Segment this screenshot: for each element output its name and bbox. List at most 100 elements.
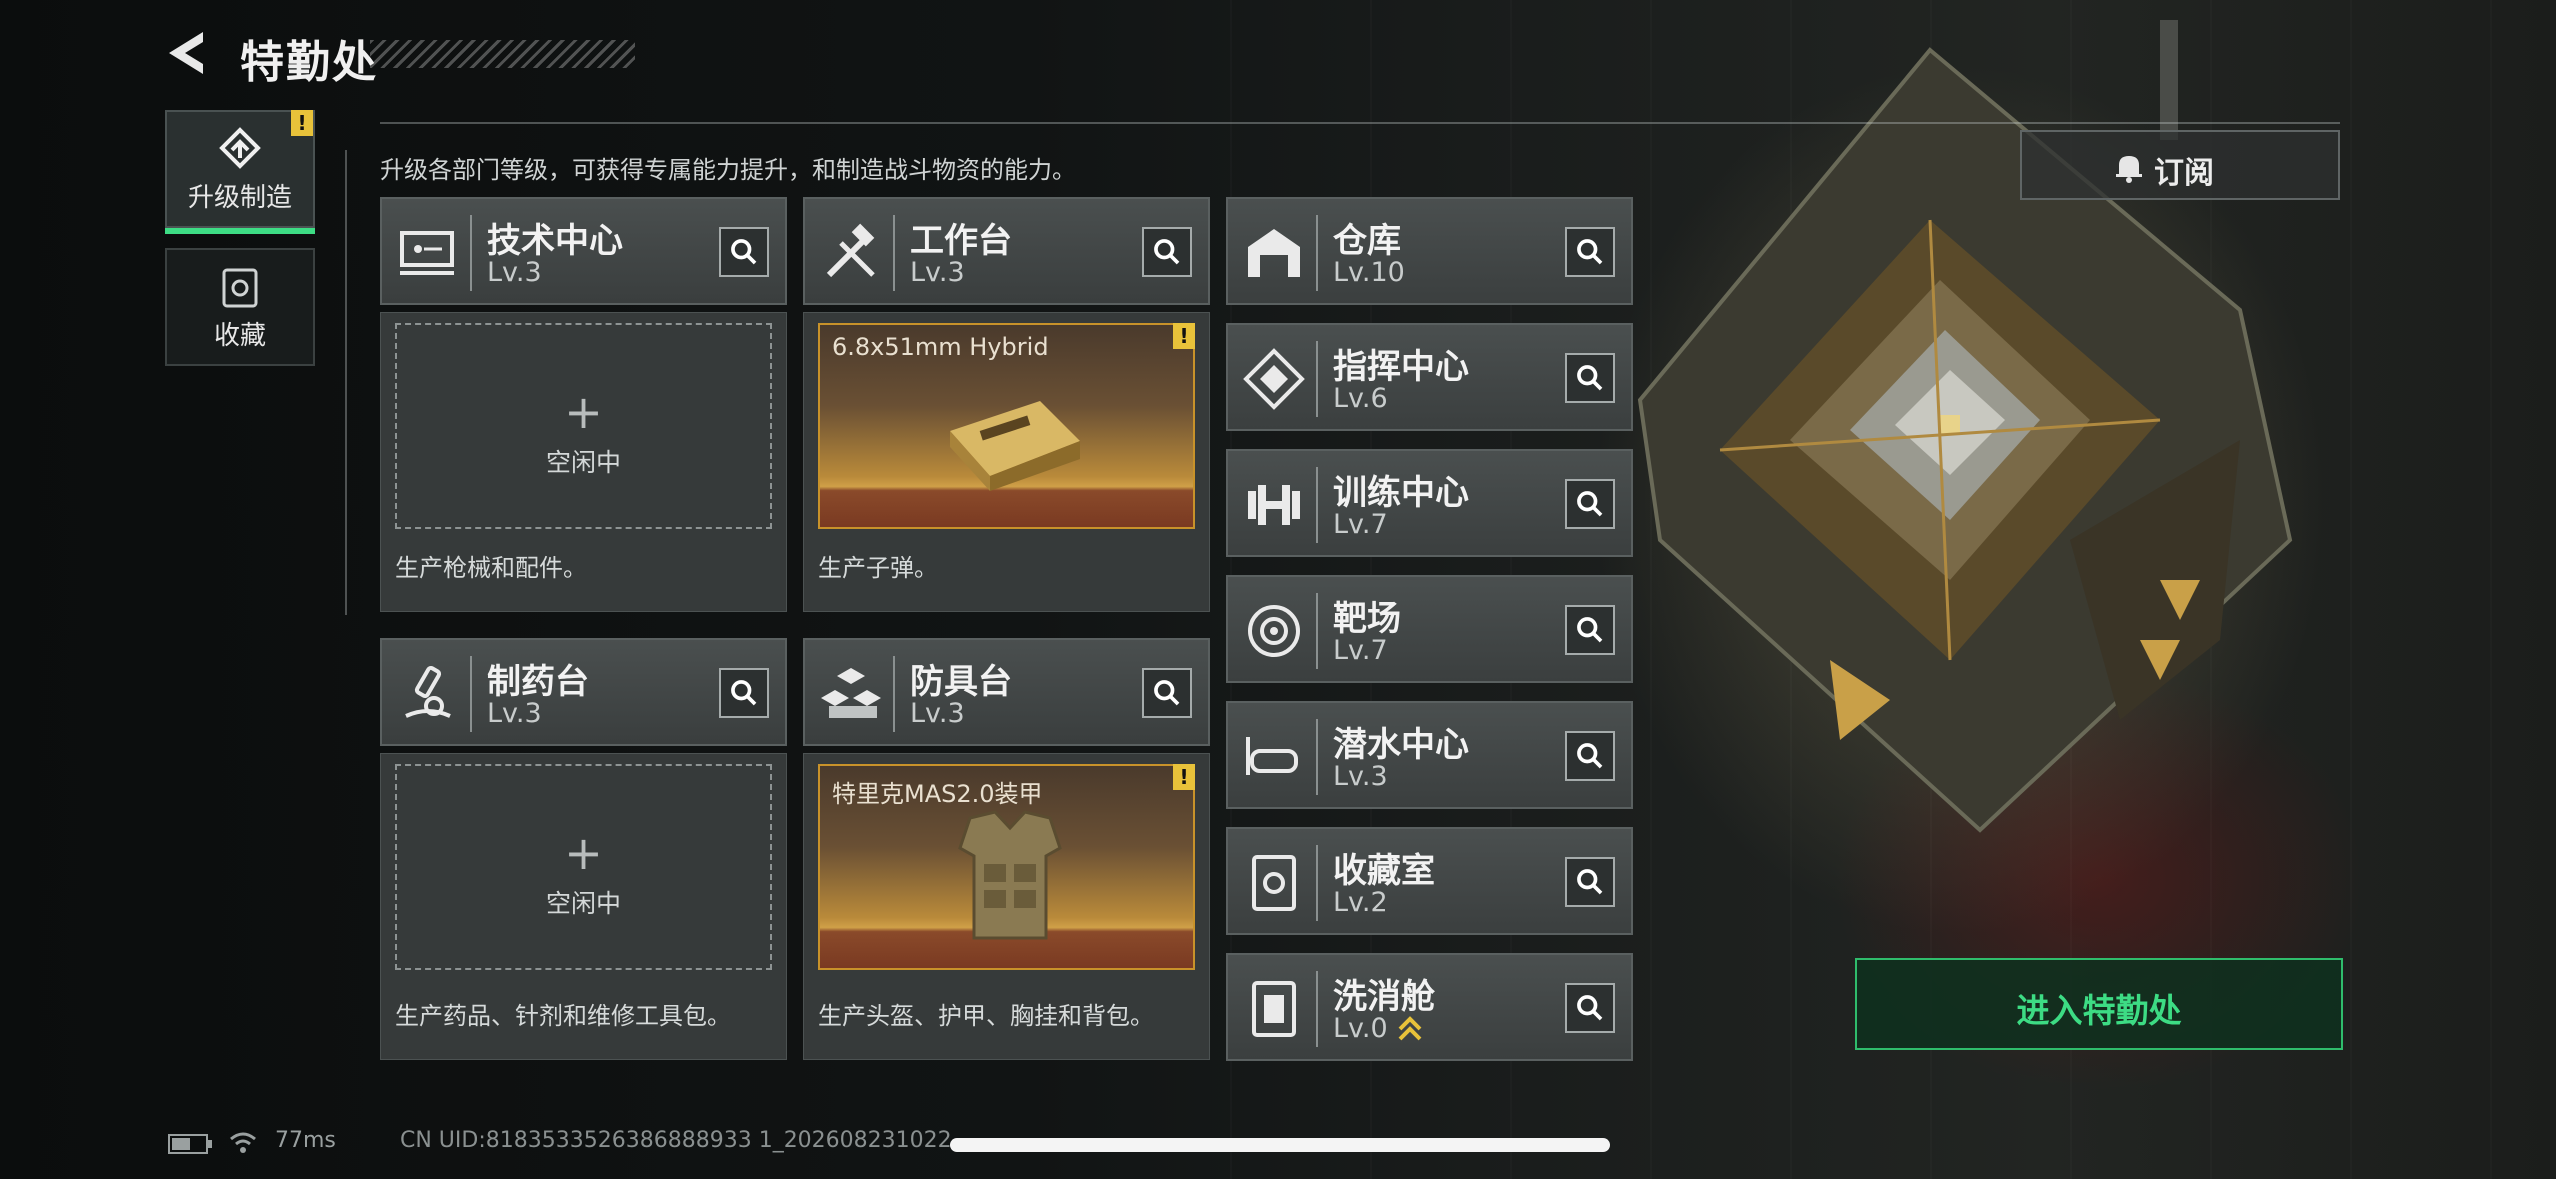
pharmacy-icon [405,665,451,718]
production-panel-workbench[interactable]: 6.8x51mm Hybrid ! 生产子弹。 [803,312,1210,612]
station-card-pharmacy[interactable]: 制药台 Lv.3 [380,638,787,746]
station-name: 技术中心 [487,221,623,261]
facility-level: Lv.7 [1333,509,1388,540]
facility-level: Lv.3 [1333,761,1388,792]
facility-collection-room[interactable]: 收藏室 Lv.2 [1226,827,1633,935]
separator [1316,845,1318,921]
product-name: 6.8x51mm Hybrid [832,333,1049,361]
station-name: 工作台 [910,221,1012,261]
separator [1316,341,1318,417]
facility-warehouse[interactable]: 仓库 Lv.10 [1226,197,1633,305]
target-icon [1248,605,1300,657]
facility-name: 收藏室 [1333,851,1435,891]
enter-special-ops-button[interactable]: 进入特勤处 [1855,958,2343,1050]
collection-room-icon [1252,855,1296,911]
separator [1316,467,1318,543]
divider [380,122,2340,124]
search-icon[interactable] [1565,857,1615,907]
search-icon[interactable] [1565,605,1615,655]
production-panel-pharmacy[interactable]: + 空闲中 生产药品、针剂和维修工具包。 [380,753,787,1060]
station-name: 制药台 [487,662,589,702]
subscribe-button[interactable]: 订阅 [2020,130,2340,200]
facility-decon-chamber[interactable]: 洗消舱 Lv.0 [1226,953,1633,1061]
separator [1316,215,1318,291]
search-icon[interactable] [1565,227,1615,277]
search-icon[interactable] [1565,479,1615,529]
search-icon[interactable] [1565,353,1615,403]
back-arrow-icon[interactable] [165,28,215,78]
search-icon[interactable] [1142,668,1192,718]
ping-readout: 77ms [275,1128,336,1153]
alert-badge: ! [1173,764,1195,790]
alert-badge: ! [291,110,313,136]
subscribe-label: 订阅 [2154,156,2214,191]
separator [893,215,895,291]
warehouse-icon [1248,229,1300,277]
enter-label: 进入特勤处 [2016,991,2182,1030]
battery-icon [168,1134,212,1154]
facility-level: Lv.6 [1333,383,1388,414]
separator [1316,971,1318,1047]
decon-icon [1252,981,1296,1037]
production-item-slot[interactable]: 6.8x51mm Hybrid ! [818,323,1195,529]
station-description: 生产子弹。 [818,554,938,582]
search-icon[interactable] [719,227,769,277]
facility-level: Lv.7 [1333,635,1388,666]
facility-level: Lv.2 [1333,887,1388,918]
alert-badge: ! [1173,323,1195,349]
separator [470,656,472,732]
facility-name: 潜水中心 [1333,725,1469,765]
wifi-icon [230,1132,256,1153]
facility-training-center[interactable]: 训练中心 Lv.7 [1226,449,1633,557]
armor-bench-icon [821,668,881,718]
facility-name: 洗消舱 [1333,977,1435,1017]
facility-level: Lv.0 [1333,1013,1388,1044]
separator [893,656,895,732]
idle-slot[interactable]: + 空闲中 [395,764,772,970]
facility-shooting-range[interactable]: 靶场 Lv.7 [1226,575,1633,683]
dumbbell-icon [1248,485,1300,525]
idle-status: 空闲中 [545,448,621,477]
separator [1316,719,1318,795]
production-panel-armor-bench[interactable]: 特里克MAS2.0装甲 ! 生产头盔、护甲、胸挂和背包。 [803,753,1210,1060]
facility-command-center[interactable]: 指挥中心 Lv.6 [1226,323,1633,431]
search-icon[interactable] [1142,227,1192,277]
facility-name: 训练中心 [1333,473,1469,513]
tech-center-icon [400,231,454,275]
tab-upgrade-craft-label: 升级制造 [187,183,292,213]
facility-name: 仓库 [1333,221,1401,261]
idle-slot[interactable]: + 空闲中 [395,323,772,529]
search-icon[interactable] [719,668,769,718]
command-center-icon [1243,348,1305,410]
production-item-slot[interactable]: 特里克MAS2.0装甲 ! [818,764,1195,970]
bell-icon [2116,156,2142,183]
station-level: Lv.3 [487,257,542,288]
station-level: Lv.3 [487,698,542,729]
station-description: 生产枪械和配件。 [395,554,587,582]
facility-name: 靶场 [1333,599,1401,639]
page-title: 特勤处 [240,37,378,88]
station-card-tech-center[interactable]: 技术中心 Lv.3 [380,197,787,305]
search-icon[interactable] [1565,731,1615,781]
facility-name: 指挥中心 [1333,347,1469,387]
station-description: 生产药品、针剂和维修工具包。 [395,1002,731,1030]
separator [470,215,472,291]
station-level: Lv.3 [910,257,965,288]
search-icon[interactable] [1565,983,1615,1033]
station-card-workbench[interactable]: 工作台 Lv.3 [803,197,1210,305]
station-name: 防具台 [910,662,1012,702]
tab-collection-label: 收藏 [213,321,266,351]
tab-collection[interactable]: 收藏 [165,248,315,366]
station-level: Lv.3 [910,698,965,729]
production-panel-tech-center[interactable]: + 空闲中 生产枪械和配件。 [380,312,787,612]
facility-diving-center[interactable]: 潜水中心 Lv.3 [1226,701,1633,809]
player-uid: CN UID:8183533526386888933 1_20260823102… [400,1128,952,1153]
ammo-box-image [950,401,1080,491]
home-indicator[interactable] [950,1138,1610,1152]
body-armor-image [958,810,1062,940]
facility-level: Lv.10 [1333,257,1405,288]
product-name: 特里克MAS2.0装甲 [832,780,1043,808]
diving-mask-icon [1246,737,1298,775]
station-card-armor-bench[interactable]: 防具台 Lv.3 [803,638,1210,746]
upgrade-arrows-icon [1398,1016,1422,1041]
